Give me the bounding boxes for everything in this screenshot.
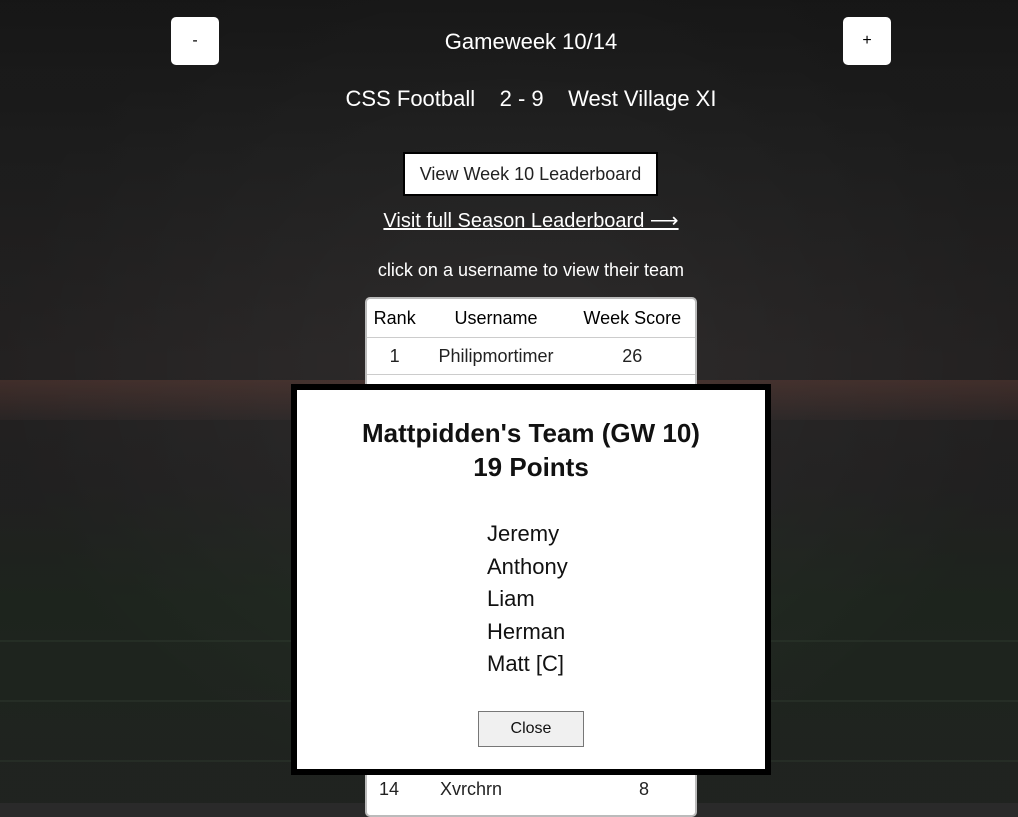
username-cell[interactable]: Xvrchrn	[440, 779, 502, 800]
modal-title-team: Mattpidden's Team (GW 10)	[362, 418, 700, 448]
hint-text: click on a username to view their team	[377, 260, 685, 280]
season-leaderboard-link[interactable]: Visit full Season Leaderboard ⟶	[0, 208, 1018, 233]
match-result: CSS Football 2 - 9 West Village XI	[0, 86, 1018, 112]
player-name: Jeremy	[487, 521, 560, 546]
player-name: Anthony	[487, 553, 568, 579]
home-team: CSS Football	[345, 86, 476, 111]
table-header-row: Rank Username Week Score	[367, 299, 695, 338]
column-header-rank: Rank	[367, 299, 423, 338]
modal-title: Mattpidden's Team (GW 10) 19 Points	[297, 416, 765, 484]
match-score: 2 - 9	[499, 86, 544, 111]
rank-cell: 14	[379, 779, 400, 799]
view-week-leaderboard-button[interactable]: View Week 10 Leaderboard	[403, 152, 658, 196]
team-modal: Mattpidden's Team (GW 10) 19 Points Jere…	[291, 384, 771, 775]
player-list: Jeremy Anthony Liam Herman Matt [C]	[487, 518, 568, 681]
player-name: Herman	[487, 618, 566, 644]
column-header-username: Username	[422, 299, 570, 338]
score-cell: 8	[639, 779, 650, 799]
away-team: West Village XI	[568, 86, 717, 111]
next-gameweek-button[interactable]: +	[843, 17, 891, 65]
column-header-week-score: Week Score	[569, 299, 695, 338]
table-row: 14 Xvrchrn 8	[365, 774, 697, 804]
rank-cell: 1	[367, 337, 423, 375]
player-name: Liam	[487, 586, 535, 611]
close-button[interactable]: Close	[478, 711, 584, 747]
table-row: 1 Philipmortimer 26	[367, 337, 695, 375]
modal-title-points: 19 Points	[473, 452, 589, 482]
username-cell[interactable]: Philipmortimer	[422, 337, 570, 375]
score-cell: 26	[569, 337, 695, 375]
player-name-captain: Matt [C]	[487, 651, 565, 676]
